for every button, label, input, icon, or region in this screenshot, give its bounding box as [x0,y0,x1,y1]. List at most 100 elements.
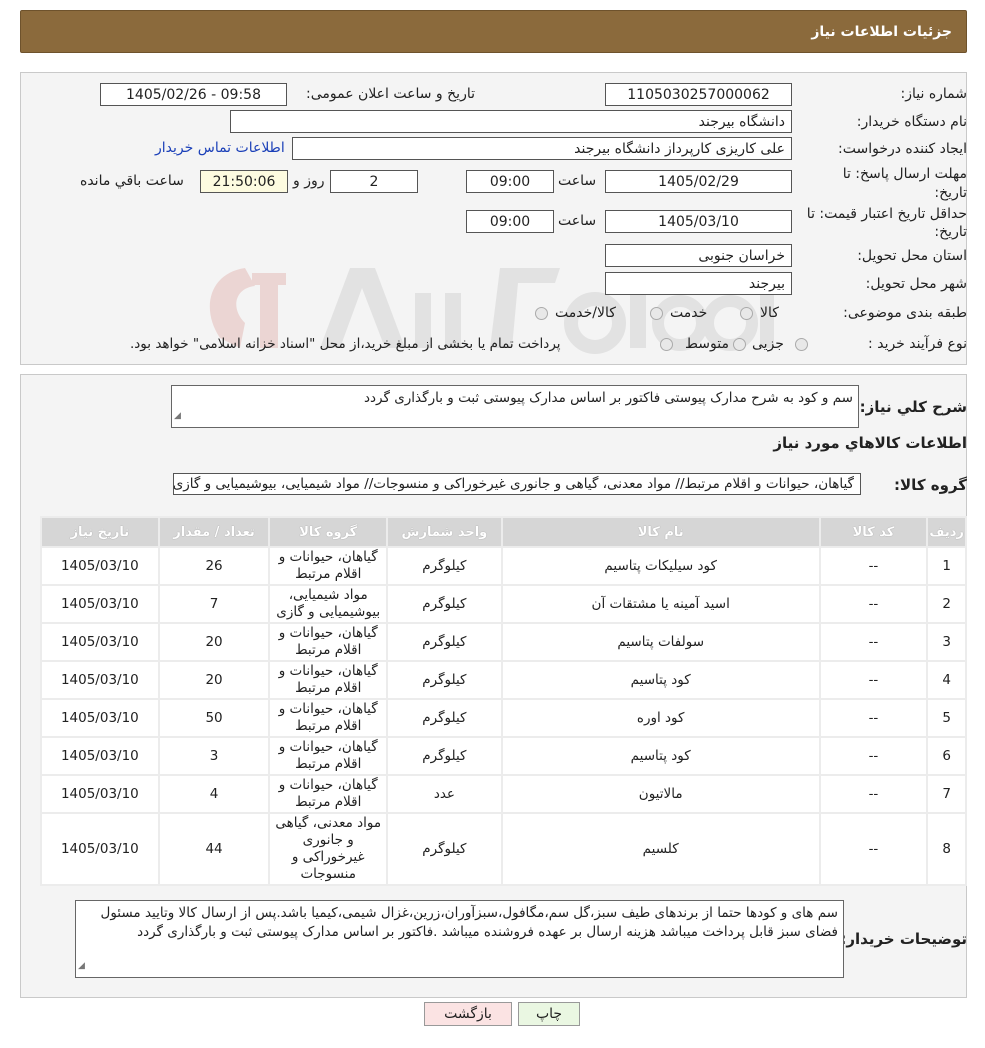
group-field: گیاهان، حیوانات و اقلام مرتبط// مواد معد… [173,473,861,495]
col-need-date: تاریخ نیاز [42,518,158,546]
items-title: اطلاعات کالاهاي مورد نياز [773,434,967,452]
cell-name: کود پتاسیم [502,662,819,698]
print-button[interactable]: چاپ [518,1002,580,1026]
price-valid-time-field: 09:00 [466,210,554,233]
cell-name: مالاتیون [502,776,819,812]
cell-row: 1 [928,548,965,584]
col-item-code: کد کالا [820,518,927,546]
back-button[interactable]: بازگشت [424,1002,512,1026]
cell-date: 1405/03/10 [42,662,158,698]
province-field: خراسان جنوبی [605,244,792,267]
cell-unit: کیلوگرم [388,814,501,884]
cell-code: -- [820,738,927,774]
cell-unit: کیلوگرم [388,700,501,736]
cell-row: 8 [928,814,965,884]
items-table-wrapper: ردیف کد کالا نام کالا واحد شمارش گروه کا… [38,516,967,886]
table-row: 8 -- کلسیم کیلوگرم مواد معدنی، گیاهی و ج… [42,814,965,884]
category-option-both: کالا/خدمت [555,305,616,321]
city-label: شهر محل تحویل: [865,276,967,292]
cell-group: مواد شیمیایی، بیوشیمیایی و گازی [270,586,387,622]
need-number-field: 1105030257000062 [605,83,792,106]
table-row: 2 -- اسید آمینه یا مشتقات آن کیلوگرم موا… [42,586,965,622]
buyer-notes-label: توضیحات خریدار: [840,930,967,948]
cell-name: کود اوره [502,700,819,736]
process-radio-medium[interactable] [733,338,746,351]
items-table-body: 1 -- کود سیلیکات پتاسیم کیلوگرم گیاهان، … [42,548,965,884]
summary-label: شرح کلي نياز: [859,398,967,416]
cell-date: 1405/03/10 [42,624,158,660]
cell-date: 1405/03/10 [42,700,158,736]
cell-name: کلسیم [502,814,819,884]
remaining-label: ساعت باقي مانده [80,173,184,189]
reply-deadline-label: مهلت ارسال پاسخ: تا [842,166,967,182]
cell-name: اسید آمینه یا مشتقات آن [502,586,819,622]
reply-date-field: 1405/02/29 [605,170,792,193]
cell-code: -- [820,776,927,812]
buyer-notes-textarea[interactable]: سم های و کودها حتما از برندهای طیف سبز،گ… [75,900,844,978]
resize-handle-icon[interactable]: ◢ [174,407,181,426]
process-option-medium: متوسط [685,336,729,352]
group-label: گروه کالا: [894,476,967,494]
col-row-number: ردیف [928,518,965,546]
cell-unit: کیلوگرم [388,738,501,774]
resize-handle-icon[interactable]: ◢ [78,957,85,976]
reply-deadline-label-2: تاریخ: [934,185,967,201]
cell-date: 1405/03/10 [42,776,158,812]
cell-unit: کیلوگرم [388,662,501,698]
remaining-time-field: 21:50:06 [200,170,288,193]
cell-unit: کیلوگرم [388,586,501,622]
cell-date: 1405/03/10 [42,814,158,884]
page-title: جزئیات اطلاعات نیاز [811,23,952,40]
process-note: پرداخت تمام یا بخشی از مبلغ خرید،از محل … [130,336,561,352]
price-valid-date-field: 1405/03/10 [605,210,792,233]
cell-row: 4 [928,662,965,698]
cell-group: گیاهان، حیوانات و اقلام مرتبط [270,662,387,698]
city-field: بیرجند [605,272,792,295]
cell-name: کود سیلیکات پتاسیم [502,548,819,584]
cell-code: -- [820,700,927,736]
table-row: 4 -- کود پتاسیم کیلوگرم گیاهان، حیوانات … [42,662,965,698]
cell-row: 5 [928,700,965,736]
table-row: 5 -- کود اوره کیلوگرم گیاهان، حیوانات و … [42,700,965,736]
cell-code: -- [820,814,927,884]
buyer-org-field: دانشگاه بیرجند [230,110,792,133]
cell-quantity: 26 [159,548,269,584]
cell-quantity: 20 [159,624,269,660]
cell-group: گیاهان، حیوانات و اقلام مرتبط [270,548,387,584]
province-label: استان محل تحویل: [857,248,967,264]
table-row: 3 -- سولفات پتاسیم کیلوگرم گیاهان، حیوان… [42,624,965,660]
process-radio-minor[interactable] [795,338,808,351]
table-row: 6 -- کود پتاسیم کیلوگرم گیاهان، حیوانات … [42,738,965,774]
cell-quantity: 20 [159,662,269,698]
cell-row: 2 [928,586,965,622]
process-label: نوع فرآیند خرید : [868,336,967,352]
category-radio-service[interactable] [650,307,663,320]
cell-unit: کیلوگرم [388,624,501,660]
cell-quantity: 7 [159,586,269,622]
buyer-contact-link[interactable]: اطلاعات تماس خریدار [155,140,285,156]
price-valid-label-2: تاریخ: [934,224,967,240]
page-header: جزئیات اطلاعات نیاز [20,10,967,53]
cell-name: کود پتاسیم [502,738,819,774]
col-unit: واحد شمارش [388,518,501,546]
table-row: 1 -- کود سیلیکات پتاسیم کیلوگرم گیاهان، … [42,548,965,584]
price-valid-label: حداقل تاریخ اعتبار قیمت: تا [806,206,967,222]
process-radio-treasury[interactable] [660,338,673,351]
category-radio-goods[interactable] [740,307,753,320]
items-table: ردیف کد کالا نام کالا واحد شمارش گروه کا… [40,516,967,886]
cell-group: گیاهان، حیوانات و اقلام مرتبط [270,738,387,774]
cell-quantity: 44 [159,814,269,884]
category-option-service: خدمت [670,305,708,321]
days-field: 2 [330,170,418,193]
category-radio-both[interactable] [535,307,548,320]
summary-textarea[interactable]: سم و کود به شرح مدارک پیوستی فاکتور بر ا… [171,385,859,428]
col-group: گروه کالا [270,518,387,546]
cell-date: 1405/03/10 [42,586,158,622]
category-option-goods: کالا [760,305,779,321]
buyer-org-label: نام دستگاه خریدار: [856,114,967,130]
cell-date: 1405/03/10 [42,548,158,584]
cell-date: 1405/03/10 [42,738,158,774]
col-item-name: نام کالا [502,518,819,546]
need-number-label: شماره نیاز: [900,86,968,102]
buyer-notes-text: سم های و کودها حتما از برندهای طیف سبز،گ… [100,905,838,940]
